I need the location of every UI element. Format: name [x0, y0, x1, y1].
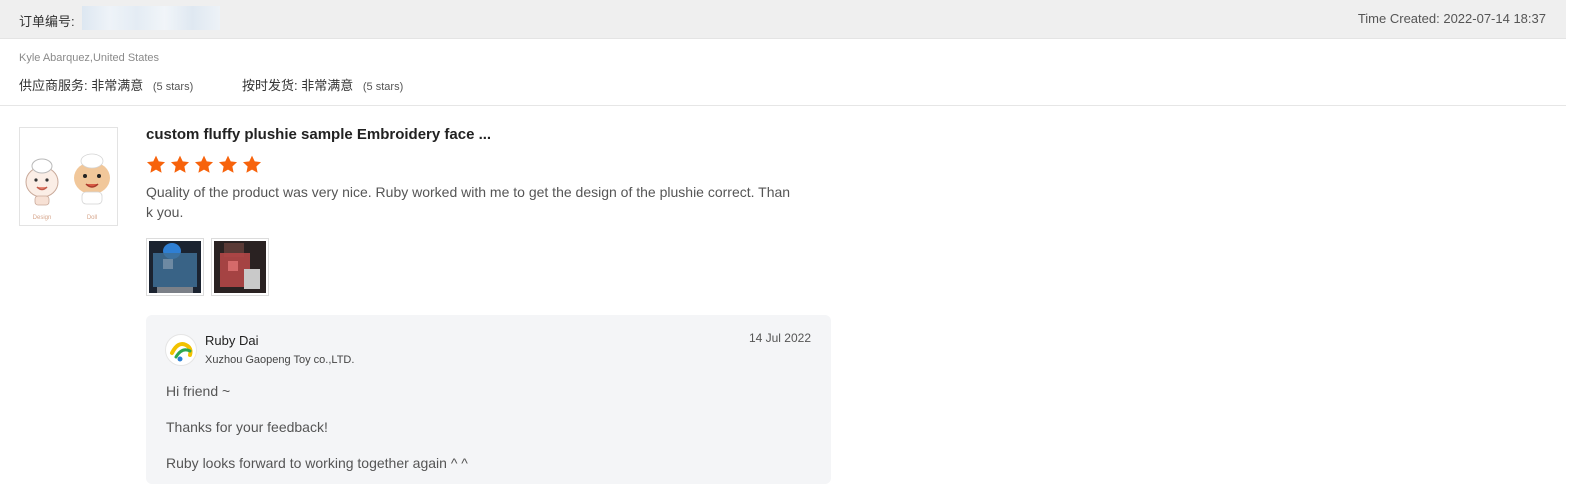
- image-caption-design: Design: [33, 215, 52, 221]
- star-icon: [170, 155, 190, 173]
- reply-text-line: Ruby looks forward to working together a…: [166, 455, 468, 471]
- review-photo[interactable]: [146, 238, 204, 296]
- time-created-label: Time Created:: [1357, 11, 1440, 26]
- product-thumbnail[interactable]: Design Doll: [19, 127, 118, 226]
- image-caption-doll: Doll: [87, 215, 97, 221]
- supplier-service-rating: 供应商服务: 非常满意 (5 stars): [19, 75, 193, 94]
- rating-value: 非常满意: [301, 78, 354, 93]
- review-star-rating: [145, 154, 263, 175]
- order-number-label: 订单编号:: [19, 14, 75, 29]
- rating-stars-text: (5 stars): [362, 81, 404, 93]
- order-header-bar: 订单编号: Time Created: 2022-07-14 18:37: [0, 0, 1566, 39]
- time-created-value: 2022-07-14 18:37: [1443, 11, 1546, 26]
- rating-label: 按时发货:: [242, 78, 298, 93]
- reply-text-line: Hi friend ~: [166, 383, 231, 399]
- review-text: Quality of the product was very nice. Ru…: [146, 184, 791, 220]
- seller-logo-icon: [170, 342, 193, 362]
- seller-name: Ruby Dai: [205, 333, 259, 348]
- seller-avatar: [165, 334, 197, 366]
- star-icon: [242, 155, 262, 173]
- buyer-name-location: Kyle Abarquez,United States: [19, 52, 160, 64]
- on-time-delivery-rating: 按时发货: 非常满意 (5 stars): [242, 75, 403, 94]
- product-title[interactable]: custom fluffy plushie sample Embroidery …: [146, 126, 491, 143]
- seller-company: Xuzhou Gaopeng Toy co.,LTD.: [205, 354, 355, 366]
- buyer-info-section: Kyle Abarquez,United States 供应商服务: 非常满意 …: [0, 40, 1566, 106]
- reply-text-line: Thanks for your feedback!: [166, 419, 328, 435]
- review-photo[interactable]: [211, 238, 269, 296]
- rating-label: 供应商服务:: [19, 78, 88, 93]
- reply-date: 14 Jul 2022: [748, 331, 811, 345]
- rating-stars-text: (5 stars): [152, 81, 194, 93]
- rating-value: 非常满意: [91, 78, 144, 93]
- order-number-redacted: [82, 6, 220, 30]
- star-icon: [194, 155, 214, 173]
- time-created: Time Created: 2022-07-14 18:37: [1358, 11, 1546, 26]
- star-icon: [146, 155, 166, 173]
- plushie-image-icon: Design Doll: [25, 153, 110, 221]
- seller-reply-card: Ruby Dai Xuzhou Gaopeng Toy co.,LTD. 14 …: [146, 315, 831, 484]
- star-icon: [218, 155, 238, 173]
